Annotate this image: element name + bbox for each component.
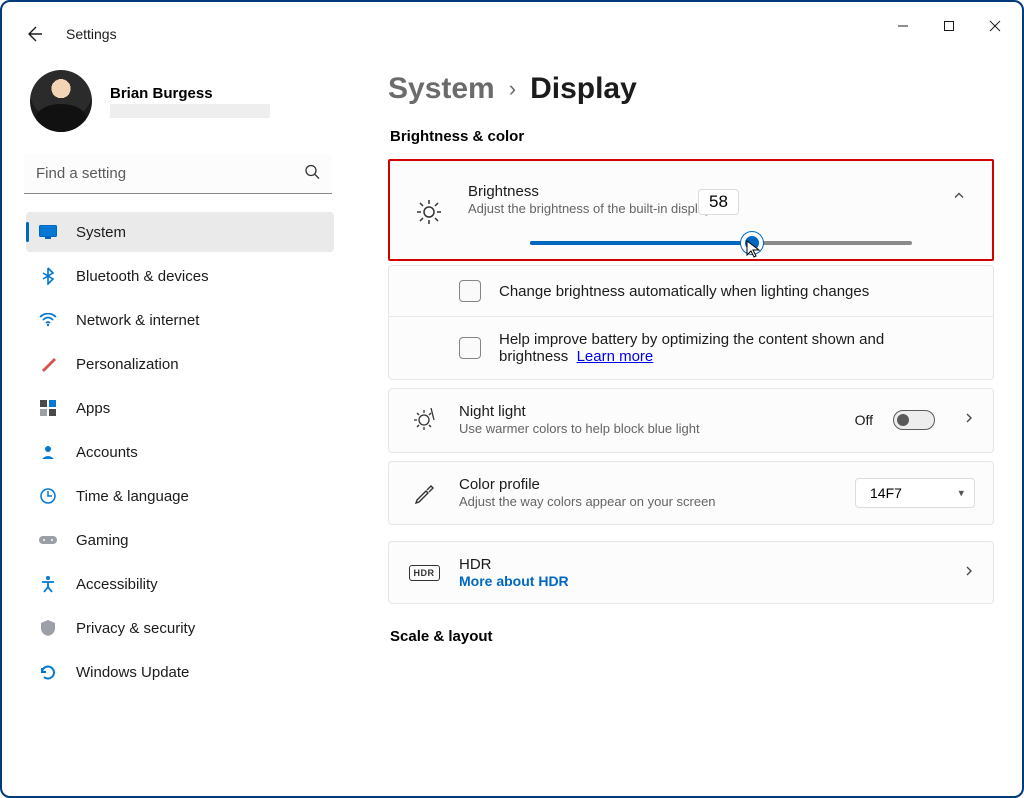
shield-icon xyxy=(38,618,58,638)
main-content: System › Display Brightness & color Brig… xyxy=(360,62,1022,796)
sidebar-item-bluetooth[interactable]: Bluetooth & devices xyxy=(26,256,334,296)
titlebar xyxy=(2,2,1022,50)
breadcrumb-parent[interactable]: System xyxy=(388,72,495,106)
cursor-icon xyxy=(745,239,763,264)
color-profile-dropdown[interactable]: 14F7 ▾ xyxy=(855,478,975,508)
update-icon xyxy=(38,662,58,682)
hdr-title: HDR xyxy=(459,556,945,573)
battery-optimize-checkbox[interactable] xyxy=(459,337,481,359)
slider-fill xyxy=(530,241,752,245)
sidebar-item-gaming[interactable]: Gaming xyxy=(26,520,334,560)
avatar xyxy=(30,70,92,132)
eyedropper-icon xyxy=(407,482,441,504)
bluetooth-icon xyxy=(38,266,58,286)
sidebar-item-privacy[interactable]: Privacy & security xyxy=(26,608,334,648)
hdr-icon: HDR xyxy=(407,565,441,581)
learn-more-link[interactable]: Learn more xyxy=(577,348,654,365)
sidebar-item-system[interactable]: System xyxy=(26,212,334,252)
sidebar-item-network[interactable]: Network & internet xyxy=(26,300,334,340)
paintbrush-icon xyxy=(38,354,58,374)
hdr-card[interactable]: HDR HDR More about HDR xyxy=(388,541,994,604)
night-light-toggle[interactable] xyxy=(893,410,935,430)
back-button[interactable] xyxy=(22,22,46,46)
chevron-up-icon[interactable] xyxy=(952,184,966,203)
brightness-card: Brightness Adjust the brightness of the … xyxy=(388,159,994,261)
chevron-down-icon: ▾ xyxy=(958,486,964,499)
sidebar-item-label: Accounts xyxy=(76,444,138,461)
apps-icon xyxy=(38,398,58,418)
sidebar-item-label: System xyxy=(76,224,126,241)
sidebar-item-time-language[interactable]: Time & language xyxy=(26,476,334,516)
auto-brightness-checkbox[interactable] xyxy=(459,280,481,302)
sidebar-item-label: Bluetooth & devices xyxy=(76,268,209,285)
maximize-button[interactable] xyxy=(926,10,972,42)
breadcrumb-separator: › xyxy=(509,76,516,102)
breadcrumb: System › Display xyxy=(388,72,994,106)
sidebar-item-label: Network & internet xyxy=(76,312,199,329)
gamepad-icon xyxy=(38,530,58,550)
search-icon xyxy=(304,164,320,185)
battery-optimize-label: Help improve battery by optimizing the c… xyxy=(499,331,975,365)
user-name: Brian Burgess xyxy=(110,85,270,102)
breadcrumb-current: Display xyxy=(530,72,637,106)
chevron-right-icon xyxy=(963,564,975,582)
night-light-title: Night light xyxy=(459,403,837,420)
auto-brightness-label: Change brightness automatically when lig… xyxy=(499,283,975,300)
sidebar-item-accessibility[interactable]: Accessibility xyxy=(26,564,334,604)
chevron-right-icon xyxy=(963,411,975,429)
display-icon xyxy=(38,222,58,242)
person-icon xyxy=(38,442,58,462)
sidebar-item-accounts[interactable]: Accounts xyxy=(26,432,334,472)
sidebar-item-windows-update[interactable]: Windows Update xyxy=(26,652,334,692)
night-light-state: Off xyxy=(855,412,873,428)
night-light-card[interactable]: Night light Use warmer colors to help bl… xyxy=(388,388,994,453)
sidebar-item-apps[interactable]: Apps xyxy=(26,388,334,428)
brightness-slider[interactable] xyxy=(530,241,912,245)
accessibility-icon xyxy=(38,574,58,594)
color-profile-title: Color profile xyxy=(459,476,837,493)
sidebar: Brian Burgess System Bluetooth & devices… xyxy=(20,62,360,796)
hdr-more-link[interactable]: More about HDR xyxy=(459,573,945,589)
auto-brightness-row: Change brightness automatically when lig… xyxy=(388,265,994,380)
battery-optimize-text: Help improve battery by optimizing the c… xyxy=(499,331,884,365)
profile-block[interactable]: Brian Burgess xyxy=(20,62,340,150)
color-profile-card: Color profile Adjust the way colors appe… xyxy=(388,461,994,526)
night-light-subtitle: Use warmer colors to help block blue lig… xyxy=(459,420,739,438)
section-title-scale: Scale & layout xyxy=(390,628,994,645)
close-button[interactable] xyxy=(972,10,1018,42)
sidebar-item-label: Apps xyxy=(76,400,110,417)
user-email-placeholder xyxy=(110,104,270,118)
minimize-button[interactable] xyxy=(880,10,926,42)
sidebar-item-personalization[interactable]: Personalization xyxy=(26,344,334,384)
section-title-brightness: Brightness & color xyxy=(390,128,994,145)
clock-globe-icon xyxy=(38,486,58,506)
sidebar-item-label: Gaming xyxy=(76,532,129,549)
wifi-icon xyxy=(38,310,58,330)
sidebar-item-label: Accessibility xyxy=(76,576,158,593)
color-profile-subtitle: Adjust the way colors appear on your scr… xyxy=(459,493,837,511)
sidebar-item-label: Privacy & security xyxy=(76,620,195,637)
color-profile-selected: 14F7 xyxy=(870,485,902,501)
sun-icon xyxy=(412,199,446,225)
night-light-icon xyxy=(407,408,441,432)
brightness-value-tooltip: 58 xyxy=(698,189,739,215)
sidebar-item-label: Personalization xyxy=(76,356,179,373)
sidebar-item-label: Time & language xyxy=(76,488,189,505)
sidebar-item-label: Windows Update xyxy=(76,664,189,681)
search-input[interactable] xyxy=(24,154,332,194)
app-title: Settings xyxy=(66,26,117,42)
